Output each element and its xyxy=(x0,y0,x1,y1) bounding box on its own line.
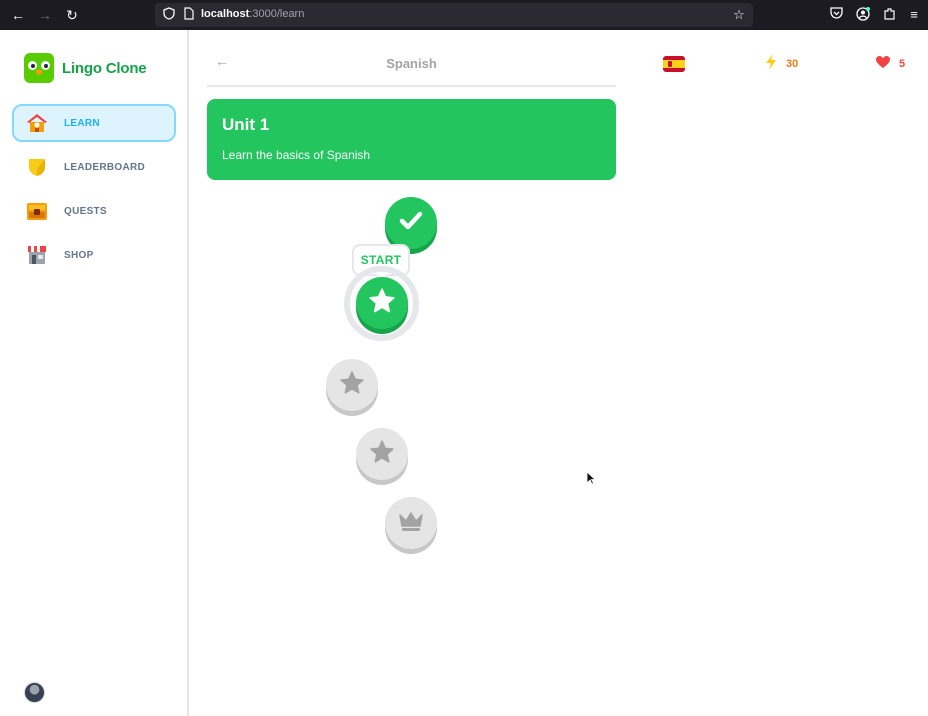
unit-description: Learn the basics of Spanish xyxy=(222,148,371,162)
lesson-button-completed[interactable] xyxy=(385,197,437,249)
star-icon xyxy=(368,287,396,320)
pocket-icon[interactable] xyxy=(828,7,844,23)
lightning-icon xyxy=(764,53,778,76)
spain-flag-icon xyxy=(663,56,685,72)
house-icon xyxy=(25,111,49,135)
bookmark-star-icon[interactable]: ☆ xyxy=(731,7,747,23)
lesson-button-locked[interactable] xyxy=(385,497,437,549)
hearts-button[interactable]: 5 xyxy=(875,55,905,73)
heart-icon xyxy=(875,55,891,74)
back-arrow-icon[interactable]: ← xyxy=(8,5,28,25)
forward-arrow-icon[interactable]: → xyxy=(35,5,55,25)
course-header: ← Spanish xyxy=(207,30,616,87)
check-icon xyxy=(398,208,424,239)
points-count: 30 xyxy=(786,58,799,70)
browser-toolbar: ← → ↻ localhost:3000/learn ☆ ≡ xyxy=(0,0,928,30)
points-button[interactable]: 30 xyxy=(764,53,799,76)
star-icon xyxy=(369,439,395,470)
page-title: Spanish xyxy=(386,56,437,71)
page-viewport: Lingo Clone LEARN LEADERBOARD QUESTS SHO… xyxy=(0,30,928,716)
treasure-chest-icon xyxy=(25,199,49,223)
sidebar-item-label: LEADERBOARD xyxy=(64,161,146,173)
course-flag-button[interactable] xyxy=(663,55,685,73)
extensions-icon[interactable] xyxy=(881,7,897,23)
sidebar: Lingo Clone LEARN LEADERBOARD QUESTS SHO… xyxy=(0,30,189,716)
sidebar-item-shop[interactable]: SHOP xyxy=(12,236,176,274)
shop-icon xyxy=(25,243,49,267)
logo[interactable]: Lingo Clone xyxy=(24,52,147,84)
shield-outline-icon[interactable] xyxy=(161,7,177,23)
hearts-count: 5 xyxy=(899,58,906,70)
sidebar-item-label: QUESTS xyxy=(64,205,107,217)
lesson-button-locked[interactable] xyxy=(356,428,408,480)
sidebar-item-learn[interactable]: LEARN xyxy=(12,104,176,142)
page-icon xyxy=(181,7,197,23)
sidebar-item-quests[interactable]: QUESTS xyxy=(12,192,176,230)
lesson-button-locked[interactable] xyxy=(326,359,378,411)
sidebar-item-label: LEARN xyxy=(64,117,100,129)
sidebar-item-label: SHOP xyxy=(64,249,94,261)
star-icon xyxy=(339,370,365,401)
url-text[interactable]: localhost:3000/learn xyxy=(201,8,304,20)
mascot-icon xyxy=(24,53,54,83)
reload-icon[interactable]: ↻ xyxy=(62,5,82,25)
account-icon[interactable] xyxy=(855,7,871,23)
lesson-button-current[interactable] xyxy=(356,277,408,329)
unit-title: Unit 1 xyxy=(222,115,270,134)
crown-icon xyxy=(397,509,425,538)
shield-icon xyxy=(25,155,49,179)
url-bar[interactable]: localhost:3000/learn ☆ xyxy=(155,3,753,27)
logo-text: Lingo Clone xyxy=(62,59,147,77)
sidebar-item-leaderboard[interactable]: LEADERBOARD xyxy=(12,148,176,186)
unit-banner: Unit 1 xyxy=(207,99,616,180)
mouse-cursor-icon xyxy=(586,471,597,490)
user-avatar[interactable] xyxy=(24,682,45,703)
menu-hamburger-icon[interactable]: ≡ xyxy=(906,7,922,23)
